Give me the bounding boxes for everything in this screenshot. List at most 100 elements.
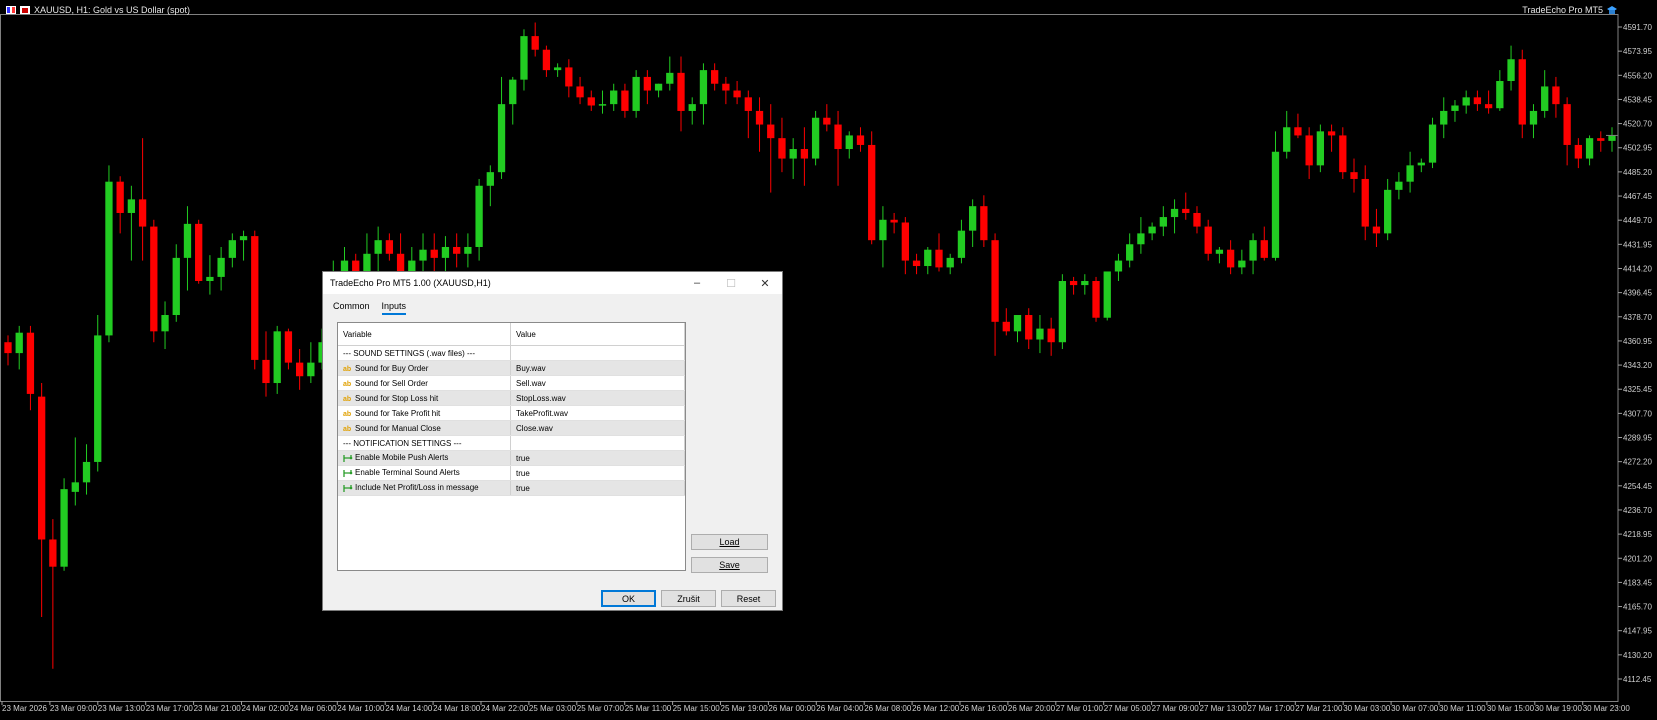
variable-column-header[interactable]: Variable [338,323,511,346]
save-button-label: Save [719,560,740,570]
one-click-trading-icon[interactable] [20,6,30,14]
boolean-type-icon [343,469,353,477]
maximize-button[interactable]: ☐ [714,272,748,294]
bear-candle [1473,97,1482,105]
bear-candle [935,249,943,268]
time-axis-label: 23 Mar 21:00 [194,704,242,713]
grid-row[interactable]: Include Net Profit/Loss in message true [338,480,685,496]
value-cell[interactable]: Sell.wav [510,375,685,391]
bull-candle [879,219,887,241]
bear-candle [150,226,158,332]
bull-candle [924,249,932,267]
variable-name: Sound for Stop Loss hit [355,393,439,403]
boolean-type-icon [343,454,353,462]
bull-candle [509,79,517,105]
grid-row[interactable]: Enable Mobile Push Alerts true [338,450,685,466]
bear-candle [116,181,124,213]
grid-row[interactable]: ab Sound for Take Profit hit TakeProfit.wa… [338,405,685,421]
value-cell[interactable]: Buy.wav [510,360,685,376]
bull-candle [1148,226,1156,234]
value-cell[interactable]: TakeProfit.wav [510,405,685,421]
reset-button[interactable]: Reset [721,590,776,607]
bear-candle [1372,226,1381,234]
bull-candle [789,149,797,159]
time-axis-label: 30 Mar 11:00 [1439,704,1486,713]
time-axis-label: 26 Mar 16:00 [960,704,1008,713]
grid-row[interactable]: ab Sound for Sell Order Sell.wav [338,375,685,391]
value-column-header[interactable]: Value [510,323,685,346]
dialog-titlebar[interactable]: TradeEcho Pro MT5 1.00 (XAUUSD,H1) – ☐ ✕ [323,272,782,294]
bull-candle [553,67,562,71]
inputs-grid[interactable]: Variable Value --- SOUND SETTINGS (.wav … [337,322,686,571]
value-cell[interactable] [510,345,685,361]
bull-candle [94,335,102,462]
value-cell[interactable]: StopLoss.wav [510,390,685,406]
variable-name: Enable Mobile Push Alerts [355,453,449,463]
time-axis-label: 23 Mar 09:00 [50,704,98,713]
value-cell[interactable]: true [510,480,685,496]
bull-candle [811,117,820,159]
price-axis-label: 4254.45 [1623,482,1652,491]
bear-candle [1025,315,1033,340]
grid-row[interactable]: Enable Terminal Sound Alerts true [338,465,685,481]
price-chart[interactable]: 4591.70 4573.95 4556.20 4538.45 4520.70 4502.… [0,0,1657,720]
time-axis-label: 23 Mar 2026 [2,704,47,713]
bear-candle [711,70,719,84]
bear-candle [1518,59,1526,125]
string-type-icon: ab [343,380,352,388]
grid-row[interactable]: --- NOTIFICATION SETTINGS --- [338,435,685,451]
grid-row[interactable]: ab Sound for Stop Loss hit StopLoss.wav [338,390,685,406]
bull-candle [1114,260,1123,272]
bear-candle [4,342,12,354]
minimize-button[interactable]: – [680,272,714,294]
value-cell[interactable]: true [510,450,685,466]
price-axis-label: 4112.45 [1623,675,1652,684]
bull-candle [307,362,315,377]
variable-cell: ab Sound for Sell Order [338,375,511,391]
value-cell[interactable] [510,435,685,451]
variable-cell: Include Net Profit/Loss in message [338,480,511,496]
chart-frame [0,14,1619,702]
price-axis-label: 4396.45 [1623,289,1652,298]
price-axis-label: 4183.45 [1623,578,1652,587]
bull-candle [1081,280,1089,286]
tab-common[interactable]: Common [333,301,370,315]
time-axis-label: 27 Mar 01:00 [1056,704,1104,713]
bull-candle [1058,280,1067,343]
ea-name: TradeEcho Pro MT5 [1522,5,1603,15]
ok-button[interactable]: OK [601,590,656,607]
bear-candle [262,359,270,384]
chart-menu-icon[interactable] [6,6,16,14]
bear-candle [643,76,652,91]
bull-candle [1417,162,1425,166]
expert-advisor-label[interactable]: TradeEcho Pro MT5 [1522,5,1617,15]
time-axis-label: 27 Mar 05:00 [1104,704,1152,713]
bull-candle [82,461,91,483]
bull-candle [486,172,494,186]
bear-candle [1002,321,1010,332]
bull-candle [1137,233,1145,245]
variable-name: Sound for Manual Close [355,423,441,433]
time-axis-label: 24 Mar 10:00 [337,704,385,713]
load-button[interactable]: Load [691,534,768,550]
bull-candle [1507,59,1515,82]
price-axis-label: 4272.20 [1623,458,1652,467]
dialog-tabs: Common Inputs [333,301,407,315]
tab-inputs[interactable]: Inputs [381,301,407,315]
value-cell[interactable]: true [510,465,685,481]
bull-candle [239,236,248,241]
time-axis-label: 27 Mar 09:00 [1152,704,1200,713]
close-button[interactable]: ✕ [748,272,782,294]
bull-candle [845,135,853,150]
bull-candle [1529,110,1538,125]
save-button[interactable]: Save [691,557,768,573]
grid-row[interactable]: ab Sound for Buy Order Buy.wav [338,360,685,376]
value-cell[interactable]: Close.wav [510,420,685,436]
grid-row[interactable]: ab Sound for Manual Close Close.wav [338,420,685,436]
cancel-button[interactable]: Zrušit [661,590,716,607]
price-axis-label: 4236.70 [1623,506,1652,515]
graduation-cap-icon [1607,5,1617,14]
grid-row[interactable]: --- SOUND SETTINGS (.wav files) --- [338,345,685,361]
bull-candle [464,246,472,254]
bear-candle [733,90,741,98]
